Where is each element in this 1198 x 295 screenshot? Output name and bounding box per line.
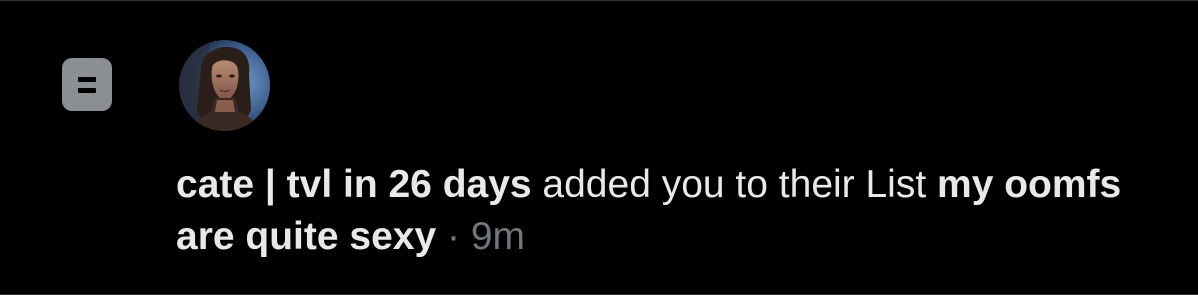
notification-message: cate | tvl in 26 days added you to their… xyxy=(176,159,1136,263)
separator-dot: · xyxy=(436,215,471,258)
user-name-link[interactable]: cate | tvl in 26 days xyxy=(176,163,532,206)
list-add-notification[interactable]: cate | tvl in 26 days added you to their… xyxy=(0,0,1198,295)
list-icon-bar xyxy=(78,87,96,93)
avatar[interactable] xyxy=(179,40,270,131)
list-icon xyxy=(62,58,112,111)
timestamp: 9m xyxy=(470,215,526,258)
avatar-image xyxy=(179,40,270,131)
action-text: added you to their List xyxy=(531,163,938,206)
list-icon-bar xyxy=(78,76,96,82)
